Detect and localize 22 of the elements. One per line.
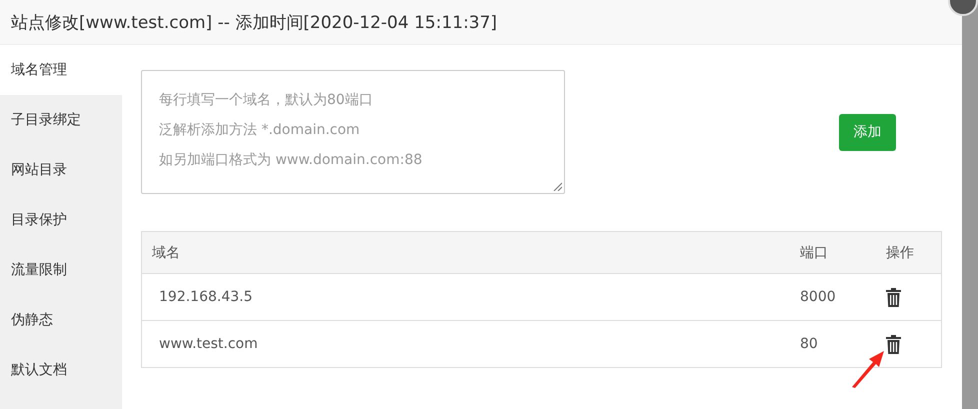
- sidebar-item[interactable]: 域名管理: [0, 45, 122, 95]
- resize-handle-icon[interactable]: [553, 182, 562, 191]
- table-cell-text: 192.168.43.5: [158, 289, 254, 305]
- placeholder-text: 每行填写一个域名，默认为80端口: [159, 91, 373, 110]
- sidebar-item[interactable]: 伪静态: [0, 295, 122, 345]
- sidebar-item[interactable]: 默认文档: [0, 345, 122, 395]
- sidebar-item[interactable]: 流量限制: [0, 245, 122, 295]
- sidebar-item[interactable]: 目录保护: [0, 195, 122, 245]
- column-header: 端口: [800, 244, 829, 262]
- annotation-arrow: [851, 350, 885, 388]
- table-cell-text: 8000: [800, 289, 837, 305]
- placeholder-text: 泛解析添加方法 *.domain.com: [159, 121, 360, 140]
- trash-icon[interactable]: [886, 334, 901, 354]
- column-header: 域名: [151, 244, 181, 262]
- placeholder-text: 如另加端口格式为 www.domain.com:88: [159, 151, 422, 170]
- table-cell-text: www.test.com: [158, 336, 259, 352]
- column-header: 操作: [886, 244, 914, 262]
- table-cell-text: 80: [800, 336, 819, 352]
- window-title: 站点修改[www.test.com] -- 添加时间[2020-12-04 15:11:37]: [11, 12, 498, 34]
- trash-icon[interactable]: [886, 288, 901, 306]
- sidebar-item[interactable]: 网站目录: [0, 145, 122, 195]
- sidebar-item[interactable]: 子目录绑定: [0, 95, 122, 145]
